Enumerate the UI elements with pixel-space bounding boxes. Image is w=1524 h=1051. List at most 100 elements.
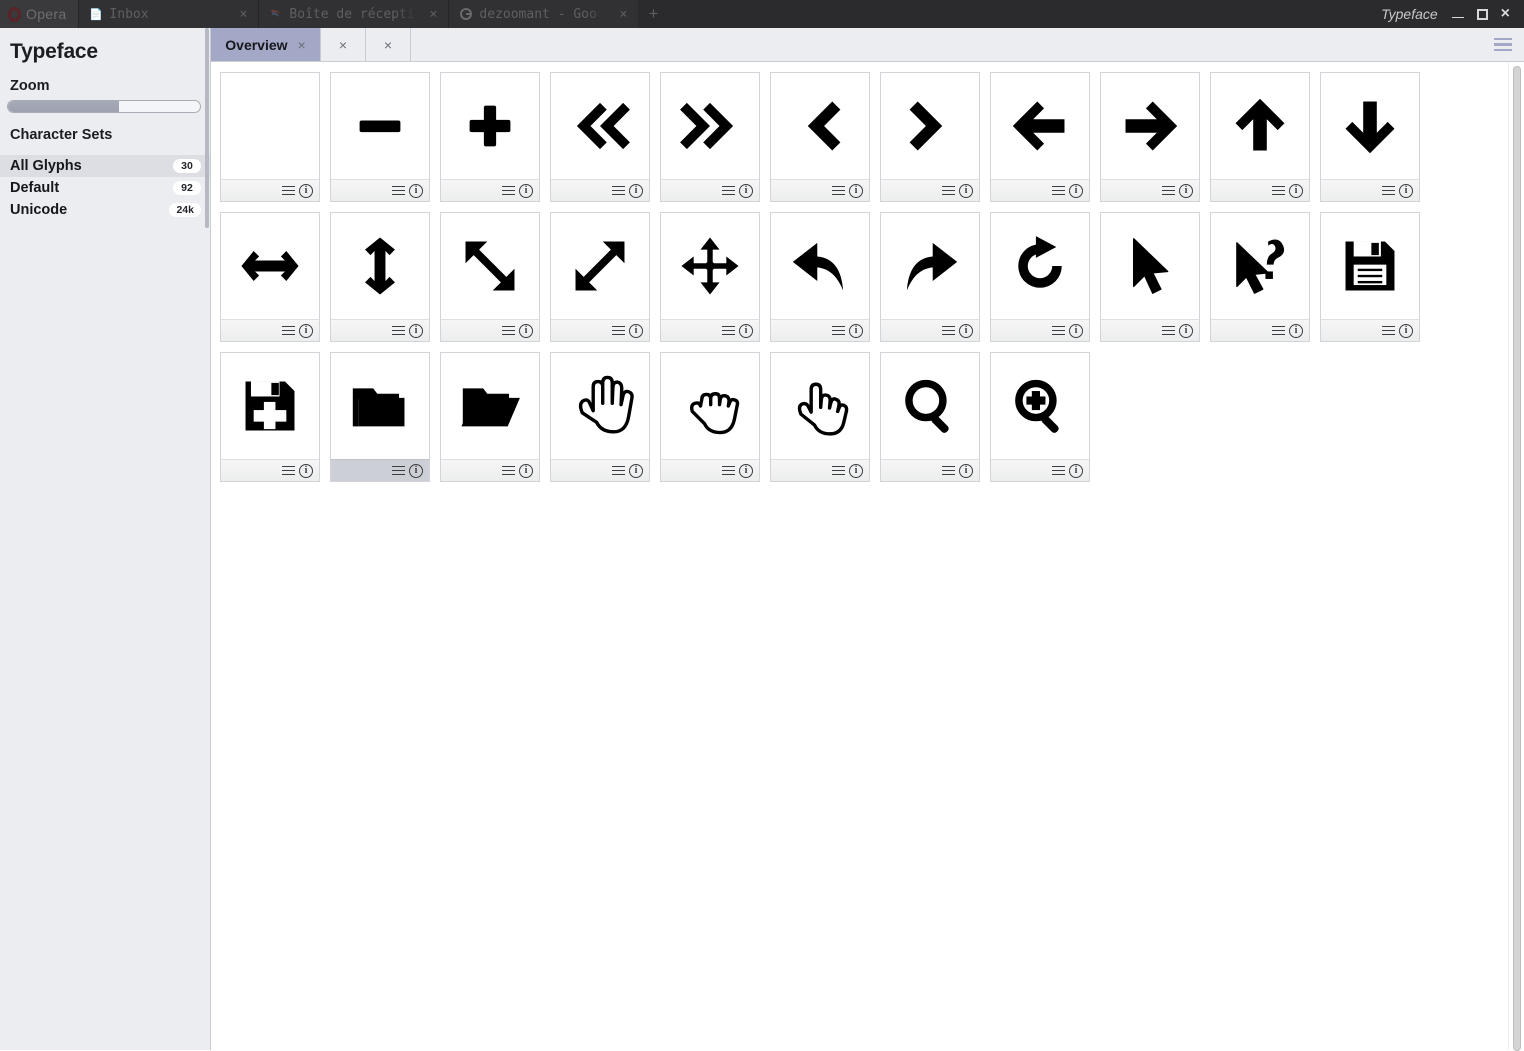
maximize-button-icon[interactable] <box>1476 8 1488 20</box>
glyph-info-icon[interactable]: i <box>959 463 973 478</box>
cursor-arrow-glyph[interactable]: i <box>1100 212 1200 342</box>
browser-tab-inbox[interactable]: 📄 Inbox × <box>78 0 259 28</box>
glyph-info-icon[interactable]: i <box>959 323 973 338</box>
glyph-menu-icon[interactable] <box>282 323 295 338</box>
glyph-menu-icon[interactable] <box>722 323 735 338</box>
browser-tab-close-icon[interactable]: × <box>616 7 630 22</box>
folder-closed-glyph[interactable]: i <box>330 352 430 482</box>
double-chevron-left-glyph[interactable]: i <box>550 72 650 202</box>
arrow-right-glyph[interactable]: i <box>1100 72 1200 202</box>
hand-point-glyph[interactable]: i <box>770 352 870 482</box>
glyph-menu-icon[interactable] <box>1162 323 1175 338</box>
glyph-info-icon[interactable]: i <box>299 463 313 478</box>
glyph-info-icon[interactable]: i <box>1179 183 1193 198</box>
glyph-info-icon[interactable]: i <box>629 323 643 338</box>
main-scrollbar[interactable] <box>1508 62 1524 1051</box>
blank-glyph[interactable]: i <box>220 72 320 202</box>
save-as-glyph[interactable]: i <box>220 352 320 482</box>
glyph-info-icon[interactable]: i <box>629 463 643 478</box>
arrow-down-glyph[interactable]: i <box>1320 72 1420 202</box>
new-tab-button[interactable]: + <box>638 0 669 28</box>
chevron-left-glyph[interactable]: i <box>770 72 870 202</box>
glyph-info-icon[interactable]: i <box>409 183 423 198</box>
glyph-info-icon[interactable]: i <box>849 323 863 338</box>
zoom-slider[interactable] <box>7 100 201 113</box>
glyph-menu-icon[interactable] <box>832 183 845 198</box>
arrow-left-glyph[interactable]: i <box>990 72 1090 202</box>
magnifier-plus-glyph[interactable]: i <box>990 352 1090 482</box>
glyph-info-icon[interactable]: i <box>1289 183 1303 198</box>
glyph-menu-icon[interactable] <box>722 463 735 478</box>
resize-vertical-glyph[interactable]: i <box>330 212 430 342</box>
close-button-icon[interactable]: × <box>1501 6 1510 22</box>
glyph-menu-icon[interactable] <box>612 183 625 198</box>
chevron-right-glyph[interactable]: i <box>880 72 980 202</box>
save-glyph[interactable]: i <box>1320 212 1420 342</box>
glyph-menu-icon[interactable] <box>502 323 515 338</box>
glyph-info-icon[interactable]: i <box>409 323 423 338</box>
tab-close-icon[interactable]: × <box>339 37 347 53</box>
glyph-info-icon[interactable]: i <box>519 183 533 198</box>
tab-empty-2[interactable]: × <box>366 28 411 61</box>
glyph-menu-icon[interactable] <box>1272 183 1285 198</box>
browser-tab-close-icon[interactable]: × <box>236 7 250 22</box>
glyph-menu-icon[interactable] <box>612 323 625 338</box>
redo-glyph[interactable]: i <box>880 212 980 342</box>
glyph-menu-icon[interactable] <box>722 183 735 198</box>
tab-close-icon[interactable]: × <box>298 37 306 53</box>
resize-nesw-glyph[interactable]: i <box>550 212 650 342</box>
hamburger-menu-icon[interactable] <box>1482 28 1524 61</box>
glyph-info-icon[interactable]: i <box>1399 183 1413 198</box>
browser-tab-boite-de-reception[interactable]: Boîte de récepti × <box>258 0 449 28</box>
glyph-info-icon[interactable]: i <box>519 463 533 478</box>
glyph-menu-icon[interactable] <box>1052 323 1065 338</box>
glyph-info-icon[interactable]: i <box>1069 323 1083 338</box>
glyph-info-icon[interactable]: i <box>299 323 313 338</box>
glyph-grid-scroll-area[interactable]: i i i i i i i i i i i i i i i i i i i i i i i i i i i i i i <box>211 62 1524 1050</box>
arrow-up-glyph[interactable]: i <box>1210 72 1310 202</box>
glyph-menu-icon[interactable] <box>392 463 405 478</box>
glyph-menu-icon[interactable] <box>282 183 295 198</box>
glyph-menu-icon[interactable] <box>612 463 625 478</box>
magnifier-glyph[interactable]: i <box>880 352 980 482</box>
glyph-info-icon[interactable]: i <box>1289 323 1303 338</box>
minimize-button-icon[interactable] <box>1451 16 1464 18</box>
glyph-info-icon[interactable]: i <box>629 183 643 198</box>
glyph-menu-icon[interactable] <box>942 463 955 478</box>
glyph-menu-icon[interactable] <box>1272 323 1285 338</box>
glyph-menu-icon[interactable] <box>502 183 515 198</box>
glyph-menu-icon[interactable] <box>1382 183 1395 198</box>
sidebar-item-unicode[interactable]: Unicode 24k <box>0 199 210 221</box>
hand-grab-glyph[interactable]: i <box>660 352 760 482</box>
double-chevron-right-glyph[interactable]: i <box>660 72 760 202</box>
minus-glyph[interactable]: i <box>330 72 430 202</box>
sidebar-item-all-glyphs[interactable]: All Glyphs 30 <box>0 155 210 177</box>
refresh-glyph[interactable]: i <box>990 212 1090 342</box>
browser-tab-dezoomant-google[interactable]: dezoomant - Goo × <box>448 0 639 28</box>
tab-empty-1[interactable]: × <box>321 28 366 61</box>
glyph-menu-icon[interactable] <box>1052 183 1065 198</box>
hand-open-glyph[interactable]: i <box>550 352 650 482</box>
tab-close-icon[interactable]: × <box>384 37 392 53</box>
glyph-menu-icon[interactable] <box>832 463 845 478</box>
cursor-help-glyph[interactable]: i <box>1210 212 1310 342</box>
glyph-menu-icon[interactable] <box>392 183 405 198</box>
glyph-info-icon[interactable]: i <box>299 183 313 198</box>
glyph-info-icon[interactable]: i <box>849 183 863 198</box>
glyph-info-icon[interactable]: i <box>1399 323 1413 338</box>
glyph-menu-icon[interactable] <box>942 323 955 338</box>
glyph-menu-icon[interactable] <box>1382 323 1395 338</box>
sidebar-item-default[interactable]: Default 92 <box>0 177 210 199</box>
resize-nwse-glyph[interactable]: i <box>440 212 540 342</box>
folder-open-glyph[interactable]: i <box>440 352 540 482</box>
plus-glyph[interactable]: i <box>440 72 540 202</box>
main-scrollbar-thumb[interactable] <box>1513 66 1521 1051</box>
tab-overview[interactable]: Overview × <box>211 28 321 61</box>
glyph-info-icon[interactable]: i <box>739 183 753 198</box>
glyph-menu-icon[interactable] <box>942 183 955 198</box>
glyph-info-icon[interactable]: i <box>409 463 423 478</box>
glyph-info-icon[interactable]: i <box>1179 323 1193 338</box>
glyph-menu-icon[interactable] <box>1162 183 1175 198</box>
glyph-menu-icon[interactable] <box>1052 463 1065 478</box>
glyph-info-icon[interactable]: i <box>739 463 753 478</box>
